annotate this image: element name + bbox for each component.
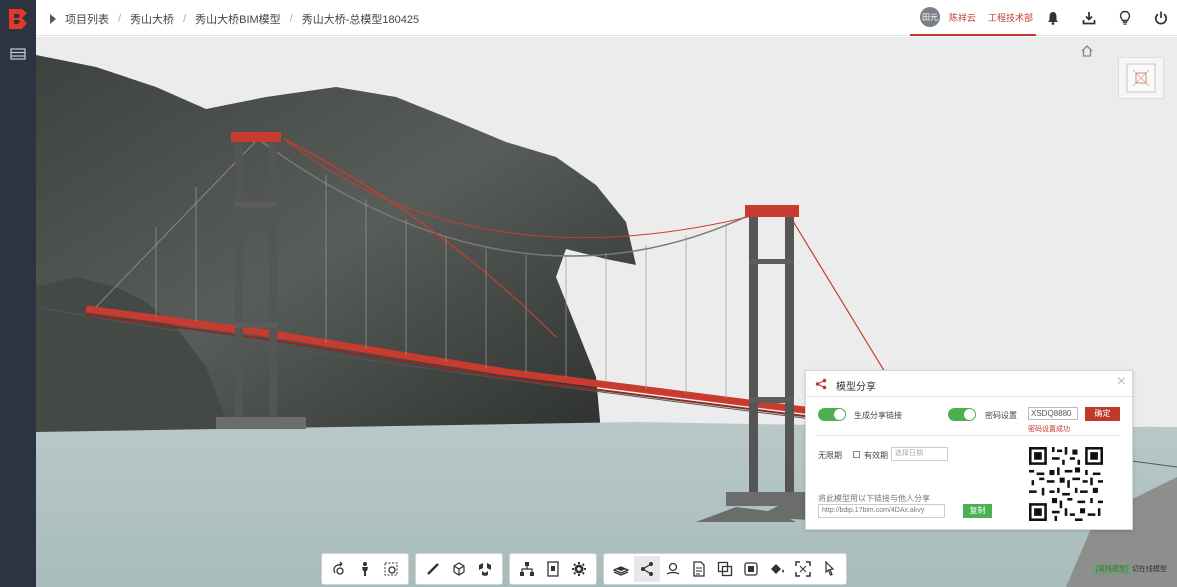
status-bar: [离线模型] 切在线模型 <box>1094 564 1167 574</box>
copy-button[interactable]: 复制 <box>963 504 992 518</box>
isolate-icon[interactable] <box>738 556 764 582</box>
orbit-tool-icon[interactable] <box>326 556 352 582</box>
breadcrumb-item-current-model: 秀山大桥-总模型180425 <box>301 14 420 26</box>
select-pointer-icon[interactable] <box>816 556 842 582</box>
download-icon[interactable] <box>1081 10 1097 26</box>
view-cube[interactable] <box>1118 57 1164 99</box>
no-limit-option[interactable]: 无限期 <box>818 450 842 461</box>
first-person-icon[interactable] <box>352 556 378 582</box>
user-menu[interactable]: 田元 陈祥云 工程技术部 <box>910 0 1036 36</box>
password-status: 密码设置成功 <box>1028 426 1070 433</box>
home-icon[interactable] <box>1080 44 1094 58</box>
settings-gear-icon[interactable] <box>566 556 592 582</box>
switch-online-model[interactable]: 切在线模型 <box>1132 566 1167 573</box>
share-link-input[interactable]: http://bdip.17bim.com/4DAx.akvy <box>818 504 945 518</box>
paint-bucket-icon[interactable] <box>764 556 790 582</box>
lightbulb-icon[interactable] <box>1117 10 1133 26</box>
user-name[interactable]: 陈祥云 <box>949 11 976 24</box>
properties-icon[interactable] <box>540 556 566 582</box>
view-cube-icon[interactable] <box>1119 58 1163 98</box>
password-toggle[interactable] <box>948 408 976 421</box>
qr-code <box>1029 447 1103 521</box>
bell-icon[interactable] <box>1045 10 1061 26</box>
confirm-button[interactable]: 确定 <box>1085 407 1120 421</box>
fit-view-icon[interactable] <box>790 556 816 582</box>
divider <box>816 435 1120 436</box>
sidebar <box>0 0 36 587</box>
password-label: 密码设置 <box>985 411 1017 420</box>
section-box-icon[interactable] <box>446 556 472 582</box>
toolbar-group-measure <box>415 553 503 585</box>
breadcrumb-item-bim-model[interactable]: 秀山大桥BIM模型 <box>195 11 281 27</box>
valid-period-checkbox[interactable] <box>853 451 860 458</box>
generate-link-toggle[interactable] <box>818 408 846 421</box>
valid-period-label: 有效期 <box>864 451 888 460</box>
breadcrumb-item-projects[interactable]: 项目列表 <box>65 11 109 27</box>
password-input[interactable]: XSDQ8880 <box>1028 407 1078 420</box>
model-tree-icon[interactable] <box>514 556 540 582</box>
offline-model-badge[interactable]: [离线模型] <box>1094 565 1130 574</box>
avatar[interactable]: 田元 <box>920 7 940 27</box>
toolbar-group-structure <box>509 553 597 585</box>
compare-icon[interactable] <box>712 556 738 582</box>
model-viewport[interactable]: 模型分享 × 生成分享链接 密码设置 XSDQ8880 确定 密码设置成功 无限… <box>36 37 1177 587</box>
power-icon[interactable] <box>1153 10 1169 26</box>
measure-icon[interactable] <box>420 556 446 582</box>
markup-icon[interactable] <box>660 556 686 582</box>
share-panel-title: 模型分享 <box>836 382 876 393</box>
model-list-icon[interactable] <box>10 48 26 60</box>
top-bar: 项目列表 / 秀山大桥 / 秀山大桥BIM模型 / 秀山大桥-总模型180425… <box>36 0 1177 36</box>
share-panel-header: 模型分享 × <box>806 371 1132 397</box>
toolbar-group-navigation <box>321 553 409 585</box>
share-icon <box>815 378 827 390</box>
explode-icon[interactable] <box>472 556 498 582</box>
generate-link-label: 生成分享链接 <box>854 411 902 420</box>
toolbar-group-collaboration <box>603 553 847 585</box>
caret-right-icon[interactable] <box>50 14 56 24</box>
breadcrumb-item-project[interactable]: 秀山大桥 <box>130 11 174 27</box>
bottom-toolbar <box>321 553 847 585</box>
share-hint: 将此模型用以下链接与他人分享 <box>818 494 930 503</box>
share-panel: 模型分享 × 生成分享链接 密码设置 XSDQ8880 确定 密码设置成功 无限… <box>805 370 1133 530</box>
close-icon[interactable]: × <box>1117 374 1126 390</box>
layers-icon[interactable] <box>608 556 634 582</box>
document-icon[interactable] <box>686 556 712 582</box>
share-tool-icon[interactable] <box>634 556 660 582</box>
breadcrumb: 项目列表 / 秀山大桥 / 秀山大桥BIM模型 / 秀山大桥-总模型180425 <box>50 11 419 27</box>
zoom-window-icon[interactable] <box>378 556 404 582</box>
user-department[interactable]: 工程技术部 <box>988 11 1033 24</box>
app-logo[interactable] <box>6 8 30 30</box>
date-input[interactable]: 选择日期 <box>891 447 948 461</box>
